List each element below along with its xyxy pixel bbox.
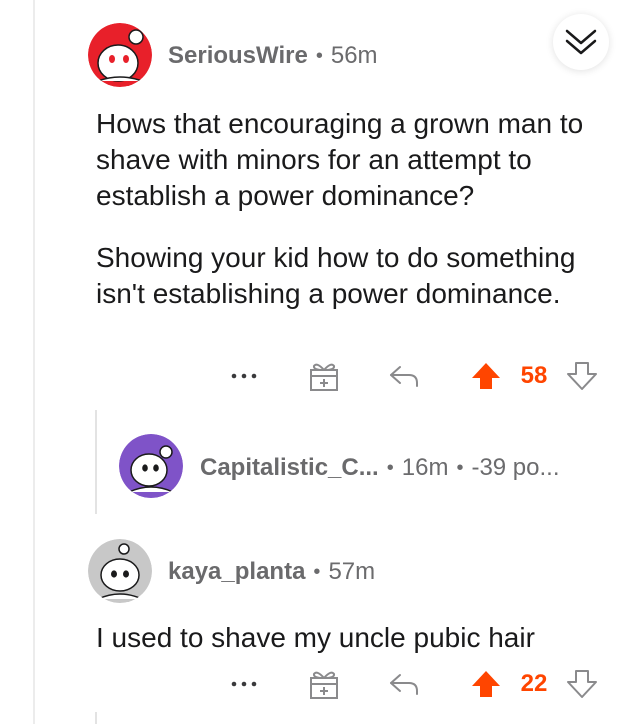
award-gift-icon [310, 363, 338, 391]
separator-dot: • [456, 456, 464, 479]
comment-meta: Capitalistic_C... • 16m • -39 po... [200, 454, 560, 482]
separator-dot: • [315, 44, 323, 67]
more-dots-icon [231, 681, 257, 687]
more-dots-icon [231, 373, 257, 379]
comment-points: -39 po... [471, 454, 560, 481]
separator-dot: • [386, 456, 394, 479]
thread-line[interactable] [33, 0, 35, 724]
reply-button[interactable] [384, 360, 424, 392]
avatar[interactable] [88, 23, 152, 87]
avatar[interactable] [119, 434, 183, 498]
comment-paragraph: Hows that encouraging a grown man to sha… [96, 108, 584, 211]
collapse-thread-button[interactable] [553, 14, 609, 70]
comment-meta: kaya_planta • 57m [168, 558, 375, 586]
username[interactable]: Capitalistic_C... [200, 454, 379, 482]
chevron-double-down-icon [565, 29, 597, 55]
upvote-arrow-icon [472, 363, 500, 389]
award-button[interactable] [304, 358, 344, 394]
reply-button[interactable] [384, 668, 424, 700]
more-button[interactable] [226, 364, 262, 388]
downvote-arrow-icon [567, 362, 597, 390]
separator-dot: • [313, 560, 321, 583]
downvote-button[interactable] [564, 668, 600, 700]
vote-score: 58 [520, 362, 548, 389]
comment-age: 56m [330, 42, 378, 69]
snoo-avatar-icon [119, 434, 183, 498]
more-button[interactable] [226, 672, 262, 696]
comment-meta: SeriousWire • 56m [168, 42, 378, 70]
reply-thread-line[interactable] [95, 410, 97, 514]
comment-paragraph: I used to shave my uncle pubic hair [96, 622, 535, 653]
comment-thread: SeriousWire • 56m Hows that encouraging … [0, 0, 640, 724]
downvote-arrow-icon [567, 670, 597, 698]
snoo-avatar-icon [88, 23, 152, 87]
award-gift-icon [310, 671, 338, 699]
vote-score: 22 [520, 670, 548, 697]
comment-age: 16m [401, 454, 449, 481]
username[interactable]: kaya_planta [168, 558, 305, 586]
comment-paragraph: Showing your kid how to do something isn… [96, 242, 576, 309]
comment-age: 57m [328, 558, 376, 585]
upvote-arrow-icon [472, 671, 500, 697]
reply-arrow-icon [390, 366, 418, 387]
username[interactable]: SeriousWire [168, 42, 308, 70]
comment-body: Hows that encouraging a grown man to sha… [96, 106, 616, 338]
downvote-button[interactable] [564, 360, 600, 392]
award-button[interactable] [304, 666, 344, 702]
reply-thread-line[interactable] [95, 712, 97, 724]
upvote-button[interactable] [468, 668, 504, 700]
snoo-avatar-icon [88, 539, 152, 603]
avatar[interactable] [88, 539, 152, 603]
upvote-button[interactable] [468, 360, 504, 392]
reply-arrow-icon [390, 674, 418, 695]
